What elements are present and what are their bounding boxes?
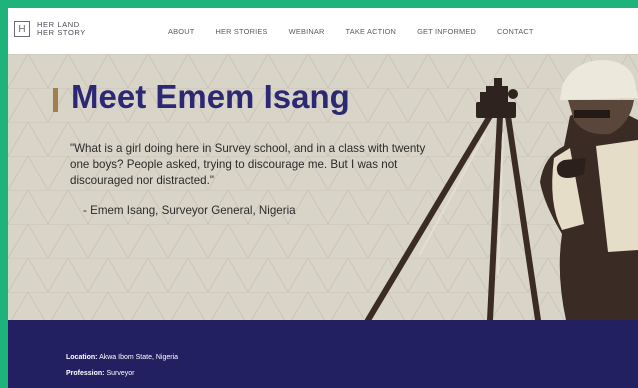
nav-item-her-stories[interactable]: HER STORIES: [215, 27, 267, 36]
quote-attribution: - Emem Isang, Surveyor General, Nigeria: [83, 204, 296, 217]
title-accent-bar: [53, 88, 58, 112]
page-title: Meet Emem Isang: [71, 78, 350, 115]
location-line: Location: Akwa Ibom State, Nigeria: [66, 354, 178, 361]
logo-line-2: HER STORY: [37, 28, 86, 37]
site-header: H HER LAND HER STORY ABOUT HER STORIES W…: [8, 8, 638, 54]
nav-item-get-informed[interactable]: GET INFORMED: [417, 27, 476, 36]
site-logo[interactable]: H HER LAND HER STORY: [14, 21, 86, 37]
nav-item-contact[interactable]: CONTACT: [497, 27, 534, 36]
main-navigation: ABOUT HER STORIES WEBINAR TAKE ACTION GE…: [168, 27, 555, 36]
logo-mark-icon: H: [14, 21, 30, 37]
location-value: Akwa Ibom State, Nigeria: [99, 354, 179, 361]
logo-wordmark: HER LAND HER STORY: [37, 21, 86, 37]
location-label: Location:: [66, 354, 98, 361]
profession-line: Profession: Surveyor: [66, 370, 134, 377]
frame-left-border: [0, 0, 8, 388]
nav-item-about[interactable]: ABOUT: [168, 27, 194, 36]
surveyor-with-tripod-illustration: [365, 60, 638, 320]
profession-value: Surveyor: [106, 370, 135, 377]
profession-label: Profession:: [66, 370, 105, 377]
frame-top-border: [0, 0, 638, 8]
nav-item-take-action[interactable]: TAKE ACTION: [346, 27, 397, 36]
profile-details: Location: Akwa Ibom State, Nigeria Profe…: [8, 320, 638, 388]
hero-section: Meet Emem Isang "What is a girl doing he…: [8, 54, 638, 320]
nav-item-webinar[interactable]: WEBINAR: [289, 27, 325, 36]
